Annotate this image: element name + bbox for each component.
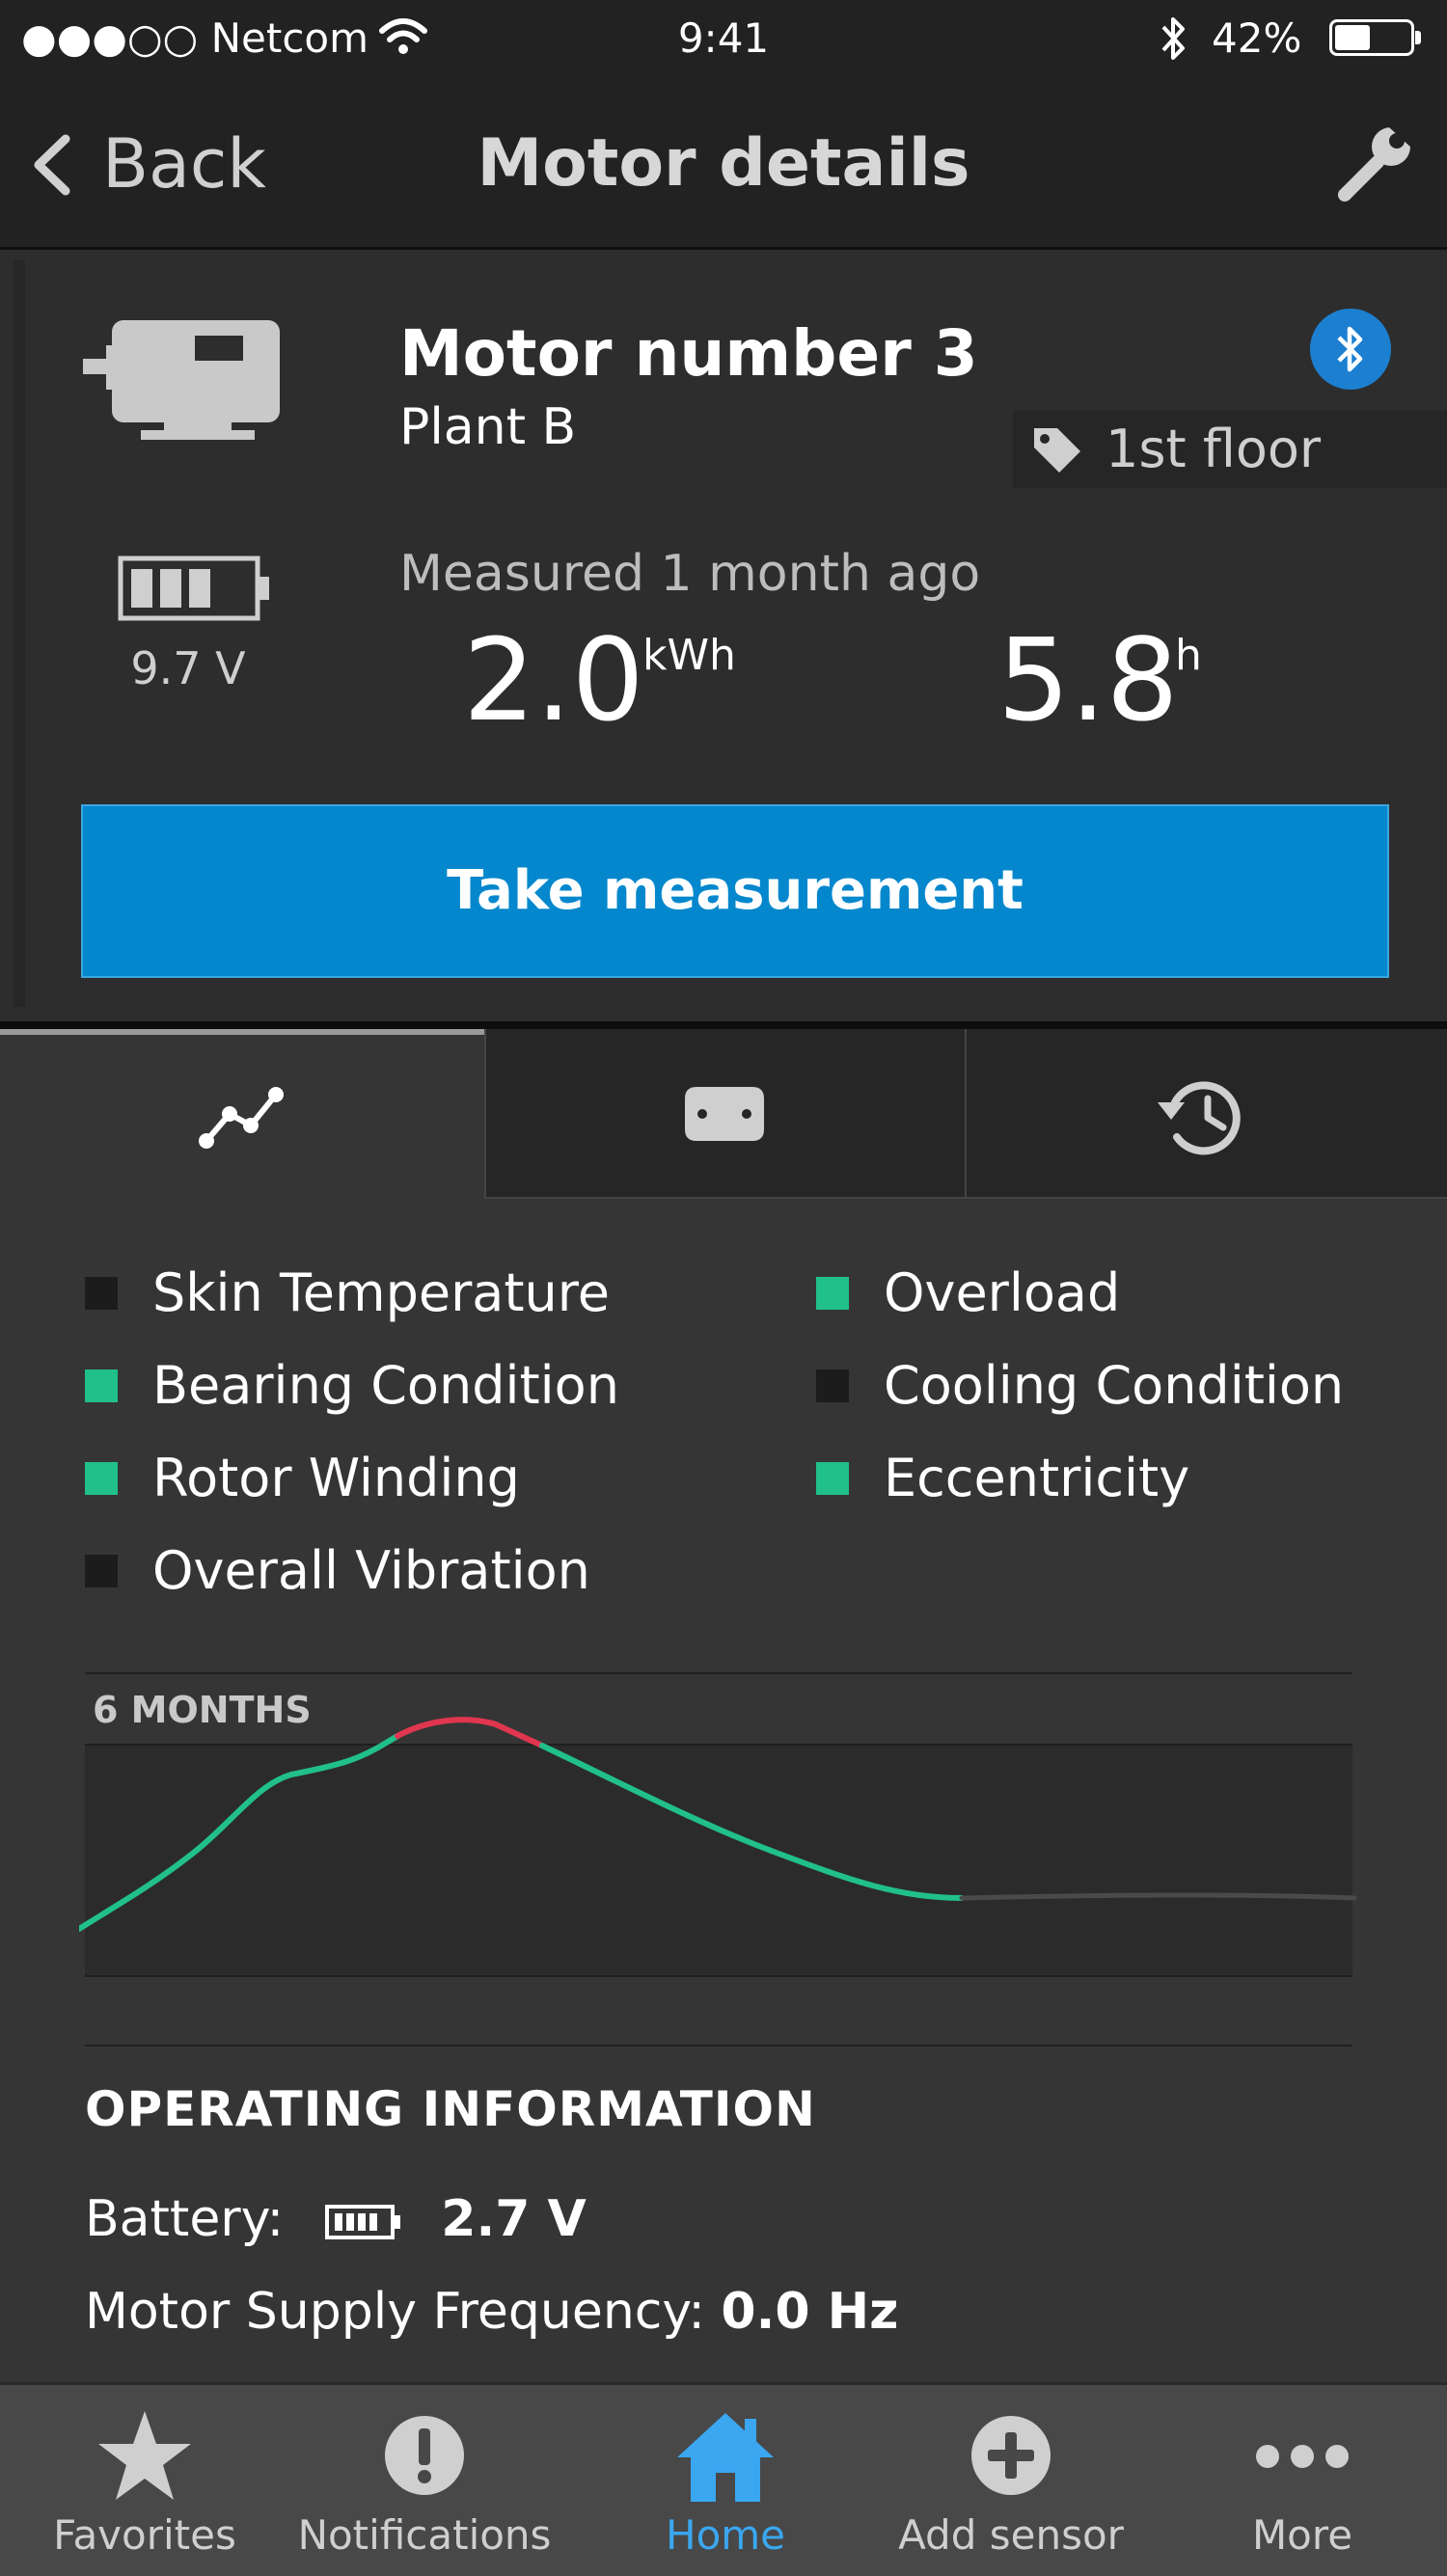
legend-label: Overload <box>884 1262 1121 1323</box>
trend-chart-plot <box>79 1717 1357 1932</box>
legend-label: Overall Vibration <box>152 1540 590 1601</box>
frequency-value: 0.0 Hz <box>721 2283 899 2341</box>
tabbar-item-notifications[interactable]: Notifications <box>280 2382 569 2573</box>
take-measurement-button[interactable]: Take measurement <box>81 804 1389 978</box>
legend-label: Skin Temperature <box>152 1262 611 1323</box>
bluetooth-status-icon <box>1161 17 1185 60</box>
page-title: Motor details <box>477 125 970 202</box>
tabbar-label: Notifications <box>297 2511 552 2559</box>
battery-status-icon <box>1329 19 1421 56</box>
motor-icon <box>83 320 280 440</box>
tag-icon <box>1034 428 1080 473</box>
trend-line-segment <box>539 1743 965 1901</box>
legend-label: Cooling Condition <box>884 1355 1345 1416</box>
legend-label: Rotor Winding <box>152 1448 520 1508</box>
card-edge <box>14 260 25 1007</box>
sensor-voltage: 9.7 V <box>130 642 246 694</box>
battery-percent: 42% <box>1212 14 1302 62</box>
star-icon <box>98 2411 191 2500</box>
battery-value: 2.7 V <box>441 2190 587 2248</box>
motor-name: Motor number 3 <box>399 316 978 391</box>
measured-time: Measured 1 month ago <box>399 545 981 603</box>
operating-info-title: OPERATING INFORMATION <box>85 2081 816 2137</box>
tabbar-item-more[interactable]: More <box>1158 2382 1447 2573</box>
trend-line-alert-segment <box>395 1717 545 1749</box>
legend-label: Eccentricity <box>884 1448 1190 1508</box>
bluetooth-badge <box>1310 309 1391 390</box>
running-hours-value: 5.8 <box>997 613 1179 746</box>
tabbar-item-favorites[interactable]: Favorites <box>0 2382 289 2573</box>
frequency-label: Motor Supply Frequency: <box>85 2283 705 2341</box>
tabbar-label: Home <box>665 2511 786 2559</box>
sensor-battery-icon <box>118 556 269 621</box>
status-indicator <box>85 1277 118 1310</box>
tab-trend-chart[interactable] <box>0 1029 484 1199</box>
condition-legend: Skin Temperature Overload Bearing Condit… <box>85 1260 1378 1626</box>
status-indicator <box>816 1277 849 1310</box>
plant-name: Plant B <box>399 398 577 456</box>
tabbar-item-add-sensor[interactable]: Add sensor <box>866 2382 1156 2573</box>
section-divider <box>0 1021 1447 1029</box>
energy-value: 2.0 <box>463 613 644 746</box>
status-indicator <box>85 1369 118 1402</box>
wrench-icon[interactable] <box>1335 122 1418 204</box>
trend-line-no-data-segment <box>959 1892 1357 1901</box>
battery-label: Battery: <box>85 2190 285 2248</box>
tabbar-label: Favorites <box>53 2511 236 2559</box>
tabbar-item-home[interactable]: Home <box>581 2382 870 2573</box>
tabbar-label: More <box>1251 2511 1353 2559</box>
battery-row: Battery: 2.7 V <box>85 2185 587 2253</box>
home-icon <box>677 2413 774 2502</box>
battery-icon <box>324 2205 400 2239</box>
location-tag-label: 1st floor <box>1106 419 1322 479</box>
status-indicator <box>85 1462 118 1495</box>
legend-label: Bearing Condition <box>152 1355 619 1416</box>
trend-line-segment <box>79 1733 400 1932</box>
tabbar-label: Add sensor <box>898 2511 1124 2559</box>
tab-sensor[interactable] <box>484 1029 965 1199</box>
status-indicator <box>85 1555 118 1587</box>
plus-circle-icon <box>971 2416 1051 2495</box>
section-divider <box>85 2045 1352 2047</box>
frequency-row: Motor Supply Frequency: 0.0 Hz <box>85 2278 898 2346</box>
tab-history[interactable] <box>965 1029 1447 1199</box>
more-icon <box>1256 2445 1349 2468</box>
sensor-icon <box>685 1087 764 1141</box>
status-indicator <box>816 1462 849 1495</box>
running-hours-unit: h <box>1175 631 1202 680</box>
status-indicator <box>816 1369 849 1402</box>
trend-line-icon <box>199 1087 284 1149</box>
history-icon <box>1158 1081 1241 1155</box>
chart-divider <box>85 1672 1352 1674</box>
bluetooth-icon <box>1337 326 1363 372</box>
energy-unit: kWh <box>642 631 736 680</box>
exclamation-icon <box>385 2416 464 2495</box>
